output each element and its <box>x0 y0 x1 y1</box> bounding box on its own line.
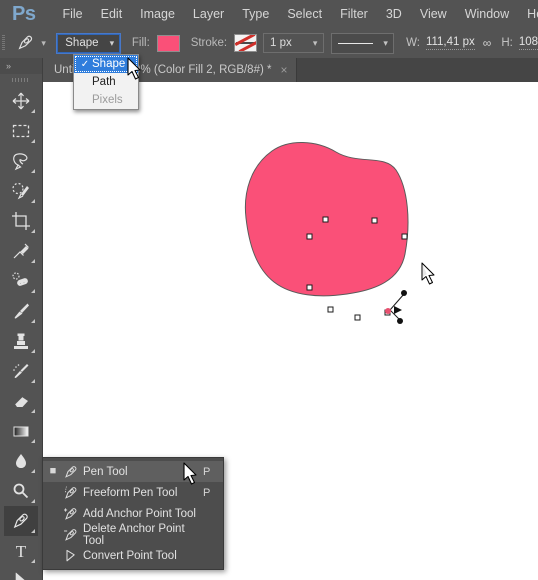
close-icon[interactable]: × <box>280 63 287 77</box>
options-bar-grip[interactable] <box>0 28 8 58</box>
menu-bar: Ps File Edit Image Layer Type Select Fil… <box>0 0 538 29</box>
photoshop-logo: Ps <box>12 3 36 25</box>
width-input[interactable]: 111,41 px <box>425 36 475 50</box>
flyout-item-add-anchor-point-tool[interactable]: Add Anchor Point Tool <box>43 503 223 524</box>
shape-mode-combobox[interactable]: Shape ▾ <box>56 32 121 54</box>
photoshop-window: Ps File Edit Image Layer Type Select Fil… <box>0 0 538 580</box>
menu-item-help[interactable]: Help <box>518 0 538 28</box>
anchor-point[interactable] <box>327 306 334 313</box>
blur-tool[interactable] <box>4 446 38 476</box>
menu-item-3d[interactable]: 3D <box>377 0 411 28</box>
tools-panel-grip[interactable] <box>0 74 42 86</box>
chevron-down-icon: ▾ <box>383 37 388 48</box>
gradient-tool[interactable] <box>4 416 38 446</box>
pen-tool[interactable] <box>4 506 38 536</box>
flyout-item-shortcut: P <box>203 465 211 478</box>
crop-tool[interactable] <box>4 206 38 236</box>
flyout-item-convert-point-tool[interactable]: Convert Point Tool <box>43 545 223 566</box>
path-selection-tool[interactable] <box>4 566 38 580</box>
current-tool-bullet: ■ <box>49 465 57 477</box>
move-tool[interactable] <box>4 86 38 116</box>
convert-point-icon <box>59 548 83 564</box>
svg-text:T: T <box>16 542 27 561</box>
chain-link-icon[interactable]: ∞ <box>483 36 491 50</box>
flyout-item-label: Convert Point Tool <box>83 549 177 562</box>
anchor-point[interactable] <box>371 217 378 224</box>
active-anchor-handles[interactable] <box>385 290 407 324</box>
add-anchor-point-icon <box>59 506 83 522</box>
clone-stamp-tool[interactable] <box>4 326 38 356</box>
flyout-item-label: Delete Anchor Point Tool <box>83 522 185 547</box>
menu-item-window[interactable]: Window <box>456 0 518 28</box>
height-label: H: <box>501 37 513 49</box>
type-tool[interactable]: T <box>4 536 38 566</box>
menu-item-filter[interactable]: Filter <box>331 0 377 28</box>
stroke-color-swatch[interactable] <box>234 34 258 52</box>
anchor-point[interactable] <box>322 216 329 223</box>
eyedropper-tool[interactable] <box>4 236 38 266</box>
menu-item-select[interactable]: Select <box>278 0 331 28</box>
pen-tool-icon <box>59 464 83 480</box>
width-label: W: <box>406 37 420 49</box>
chevron-down-icon: ▾ <box>109 37 115 48</box>
double-chevron-right-icon[interactable]: » <box>0 58 42 74</box>
menu-item-layer[interactable]: Layer <box>184 0 233 28</box>
eraser-tool[interactable] <box>4 386 38 416</box>
fill-label: Fill: <box>131 37 150 49</box>
tool-preset-chevron-down-icon[interactable]: ▾ <box>38 31 49 55</box>
flyout-item-label: Add Anchor Point Tool <box>83 507 196 520</box>
anchor-point[interactable] <box>401 233 408 240</box>
dodge-tool[interactable] <box>4 476 38 506</box>
anchor-point[interactable] <box>306 284 313 291</box>
fill-color-swatch[interactable] <box>156 34 180 52</box>
lasso-tool[interactable] <box>4 146 38 176</box>
stroke-label: Stroke: <box>190 37 228 49</box>
brush-tool[interactable] <box>4 296 38 326</box>
spot-healing-brush-tool[interactable] <box>4 266 38 296</box>
menu-item-type[interactable]: Type <box>233 0 278 28</box>
dropdown-option-label: Shape <box>92 58 126 70</box>
dropdown-option-label: Pixels <box>92 94 123 106</box>
dropdown-option-label: Path <box>92 76 116 88</box>
rectangular-marquee-tool[interactable] <box>4 116 38 146</box>
check-icon: ✓ <box>80 58 90 70</box>
dropdown-option-pixels[interactable]: Pixels <box>74 91 138 109</box>
arrow-cursor <box>182 462 200 491</box>
history-brush-tool[interactable] <box>4 356 38 386</box>
height-input[interactable]: 108 <box>518 36 538 50</box>
anchor-point[interactable] <box>306 233 313 240</box>
flyout-item-delete-anchor-point-tool[interactable]: Delete Anchor Point Tool <box>43 522 223 547</box>
menu-item-image[interactable]: Image <box>131 0 184 28</box>
pen-tool-icon[interactable] <box>12 31 38 55</box>
stroke-style-combobox[interactable]: ▾ <box>331 32 395 54</box>
menu-item-file[interactable]: File <box>53 0 91 28</box>
pen-tool-cursor <box>420 262 440 291</box>
menu-item-edit[interactable]: Edit <box>92 0 132 28</box>
quick-selection-tool[interactable] <box>4 176 38 206</box>
chevron-down-icon: ▾ <box>312 37 318 48</box>
tools-panel: » T <box>0 58 43 580</box>
flyout-item-shortcut: P <box>203 486 211 499</box>
delete-anchor-point-icon <box>59 527 83 543</box>
freeform-pen-icon <box>59 485 83 501</box>
stroke-width-combobox[interactable]: 1 px ▾ <box>263 33 325 53</box>
stroke-style-preview <box>338 42 374 44</box>
anchor-point[interactable] <box>354 314 361 321</box>
stroke-width-value: 1 px <box>270 37 292 49</box>
arrow-cursor <box>126 57 144 86</box>
menu-item-view[interactable]: View <box>411 0 456 28</box>
shape-mode-value: Shape <box>65 37 99 49</box>
